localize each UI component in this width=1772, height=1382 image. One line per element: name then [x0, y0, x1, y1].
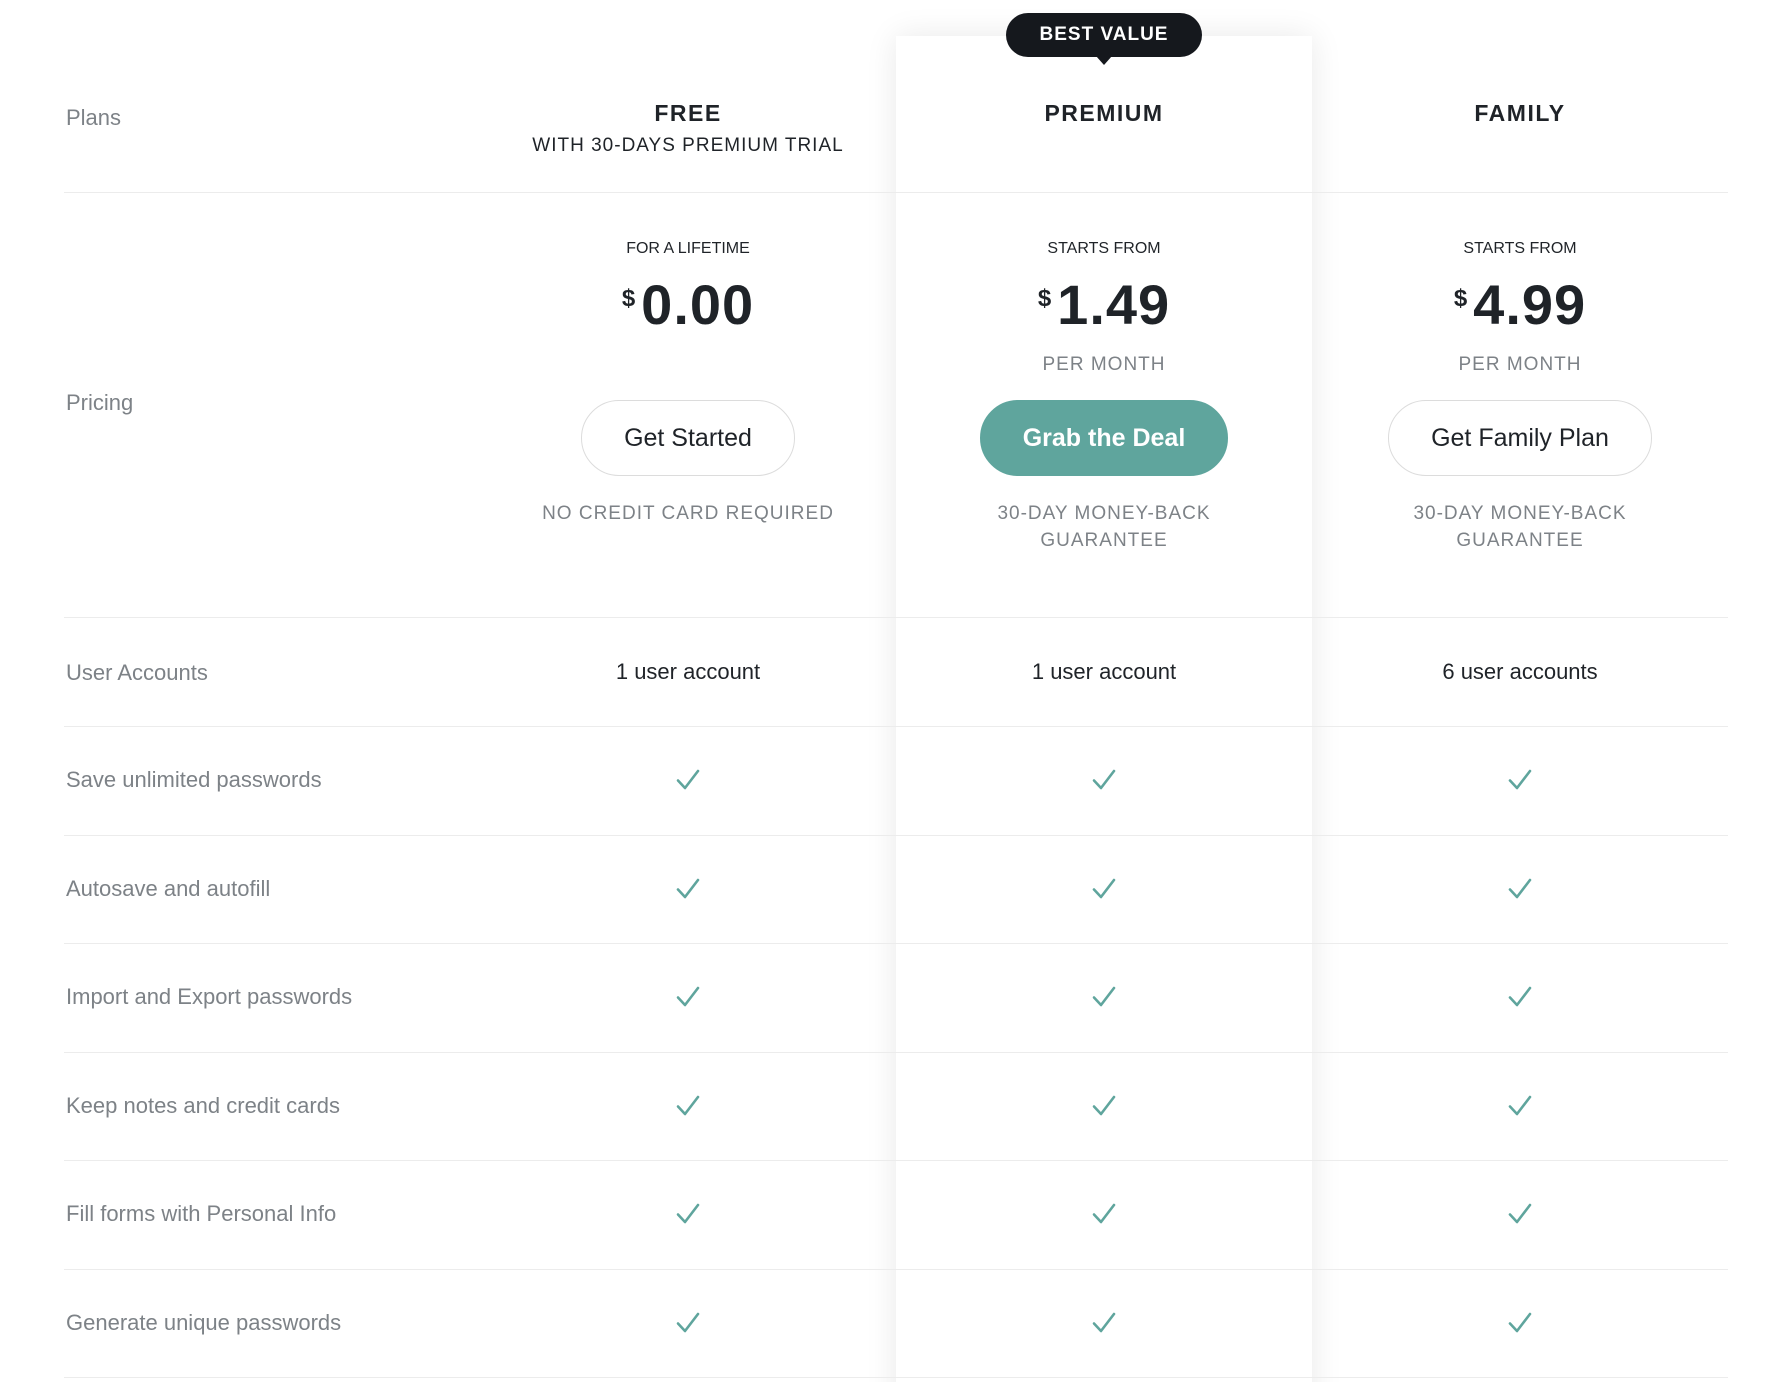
row-label-plans: Plans [66, 105, 122, 130]
check-icon [896, 1310, 1312, 1341]
currency-symbol: $ [621, 285, 636, 312]
check-icon [480, 767, 896, 798]
cta-wrapper-family: Get Family Plan [1312, 400, 1728, 476]
price-period: PER MONTH [1458, 354, 1582, 375]
plan-header-free: FREE WITH 30-DAYS PREMIUM TRIAL [480, 100, 896, 157]
plan-name: FREE [654, 100, 722, 126]
divider [64, 192, 1728, 193]
accounts-family: 6 user accounts [1442, 659, 1598, 684]
plan-name: FAMILY [1474, 100, 1566, 126]
best-value-badge: BEST VALUE [1006, 13, 1202, 65]
divider [64, 943, 1728, 944]
currency-symbol: $ [1453, 285, 1468, 312]
check-icon [1312, 1093, 1728, 1124]
cta-wrapper-free: Get Started [480, 400, 896, 476]
grab-the-deal-button[interactable]: Grab the Deal [979, 400, 1229, 476]
feature-label: Keep notes and credit cards [66, 1092, 340, 1118]
check-icon [1312, 876, 1728, 907]
feature-label: Fill forms with Personal Info [66, 1201, 337, 1227]
divider [64, 726, 1728, 727]
check-icon [480, 984, 896, 1015]
check-icon [1312, 767, 1728, 798]
price-caption: STARTS FROM [1047, 240, 1161, 257]
check-icon [896, 1093, 1312, 1124]
get-family-plan-button[interactable]: Get Family Plan [1388, 400, 1652, 476]
row-label-pricing: Pricing [66, 390, 134, 415]
plan-header-premium: PREMIUM [896, 100, 1312, 127]
price-display-premium: $ 1.49 [896, 265, 1312, 333]
currency-symbol: $ [1037, 285, 1052, 312]
check-icon [1312, 984, 1728, 1015]
feature-label: Save unlimited passwords [66, 767, 322, 793]
plan-name: PREMIUM [1044, 100, 1164, 126]
pricing-table: Plans FREE WITH 30-DAYS PREMIUM TRIAL PR… [0, 0, 1772, 1382]
row-label-user-accounts: User Accounts [66, 660, 208, 685]
check-icon [896, 876, 1312, 907]
check-icon [480, 1093, 896, 1124]
plan-note: 30-DAY MONEY-BACK GUARANTEE [1413, 503, 1627, 551]
accounts-premium: 1 user account [1031, 659, 1177, 684]
price-caption: STARTS FROM [1463, 240, 1577, 257]
divider [64, 617, 1728, 618]
cta-wrapper-premium: Grab the Deal [896, 400, 1312, 476]
get-started-button[interactable]: Get Started [581, 400, 795, 476]
price-display-family: $ 4.99 [1312, 265, 1728, 333]
feature-label: Generate unique passwords [66, 1309, 342, 1335]
price-amount: 0.00 [641, 273, 755, 336]
check-icon [480, 1310, 896, 1341]
price-amount: 1.49 [1057, 273, 1171, 336]
price-period: PER MONTH [1042, 354, 1166, 375]
divider [64, 1377, 1728, 1378]
divider [64, 834, 1728, 836]
feature-label: Import and Export passwords [66, 984, 353, 1010]
check-icon [480, 876, 896, 907]
plan-note: NO CREDIT CARD REQUIRED [542, 503, 834, 524]
price-caption: FOR A LIFETIME [626, 240, 750, 257]
plan-header-family: FAMILY [1312, 100, 1728, 127]
check-icon [896, 1201, 1312, 1232]
divider [64, 1160, 1728, 1161]
feature-label: Autosave and autofill [66, 875, 271, 901]
check-icon [480, 1201, 896, 1232]
check-icon [896, 767, 1312, 798]
check-icon [896, 984, 1312, 1015]
accounts-free: 1 user account [615, 659, 761, 684]
divider [64, 1051, 1728, 1053]
plan-subtitle: WITH 30-DAYS PREMIUM TRIAL [532, 135, 844, 156]
divider [64, 1268, 1728, 1270]
plan-note: 30-DAY MONEY-BACK GUARANTEE [997, 503, 1211, 551]
check-icon [1312, 1310, 1728, 1341]
check-icon [1312, 1201, 1728, 1232]
price-display-free: $ 0.00 [480, 265, 896, 333]
price-amount: 4.99 [1473, 273, 1587, 336]
